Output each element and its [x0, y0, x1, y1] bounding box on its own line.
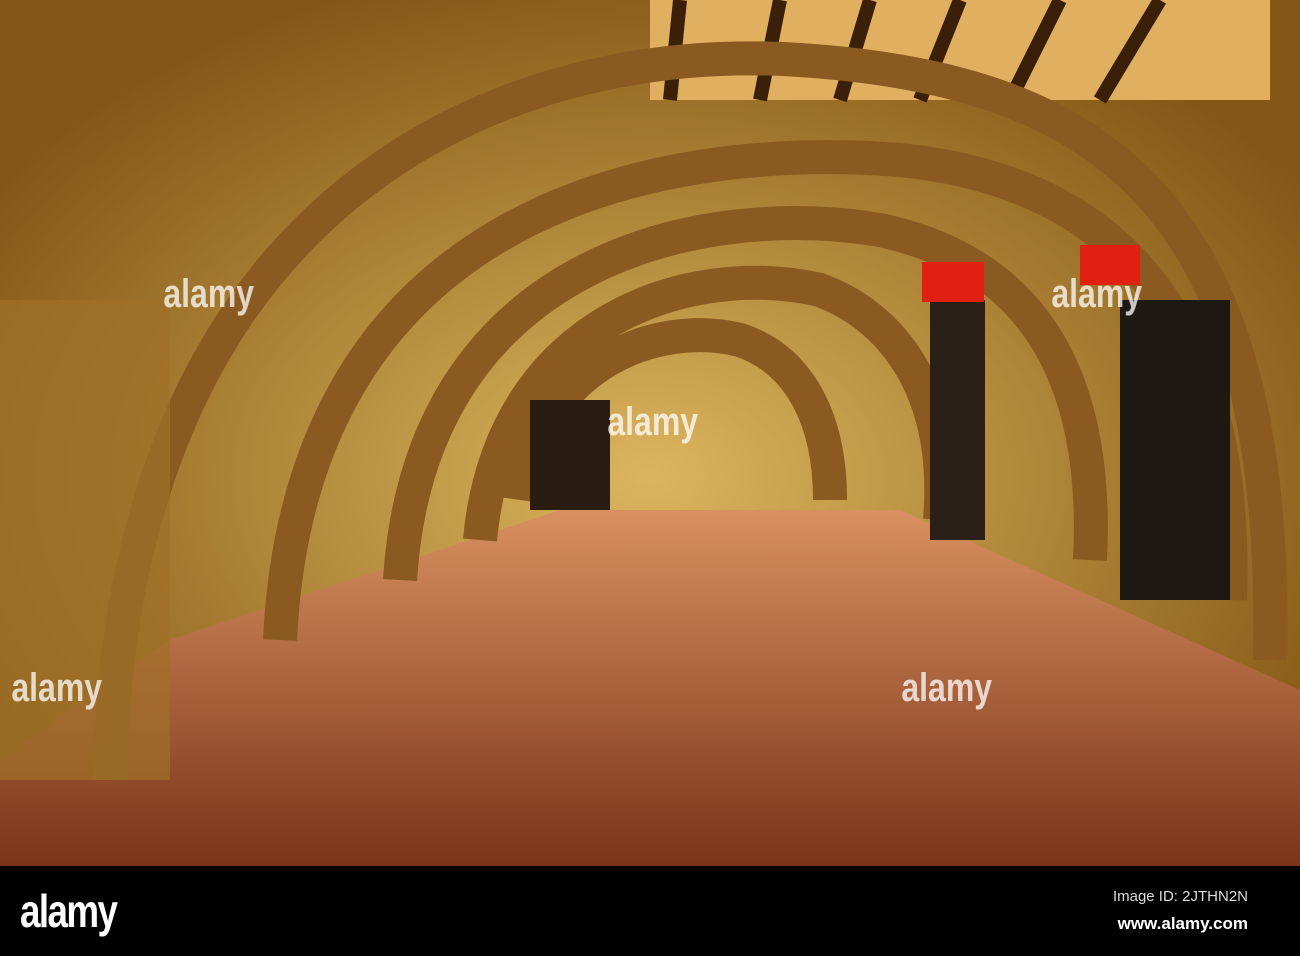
alamy-logo: alamy — [20, 885, 118, 937]
watermark: alamy — [901, 666, 993, 710]
shutter-left — [930, 300, 985, 540]
watermark: alamy — [1051, 272, 1143, 316]
watermark: alamy — [163, 272, 255, 316]
watermark: alamy — [607, 400, 699, 444]
footer-bar: alamy Image ID: 2JTHN2N www.alamy.com — [0, 866, 1300, 956]
stock-photo-page: alamy alamy alamy alamy alamy alamy Imag… — [0, 0, 1300, 956]
image-id: Image ID: 2JTHN2N — [1112, 888, 1248, 905]
back-doorway — [530, 400, 610, 510]
site-url[interactable]: www.alamy.com — [1118, 914, 1248, 934]
shutter-right — [1120, 300, 1230, 600]
watermark: alamy — [11, 666, 103, 710]
red-sign — [922, 262, 984, 302]
